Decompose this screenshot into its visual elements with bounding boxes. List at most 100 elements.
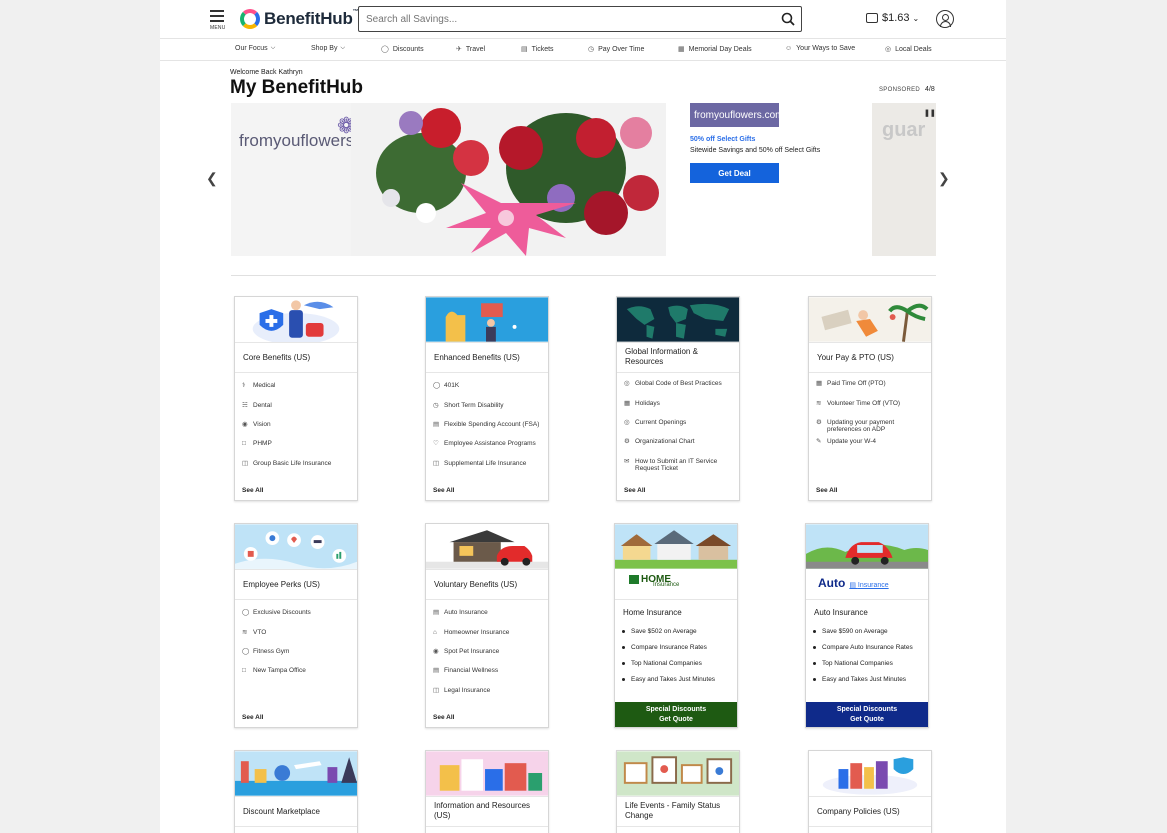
card-link[interactable]: ▤ Financial Wellness — [433, 667, 545, 674]
nav-discounts[interactable]: ◯ Discounts — [381, 45, 424, 54]
card-link[interactable]: ◯ Fitness Gym — [242, 648, 354, 655]
card-link[interactable]: ≋ Volunteer Time Off (VTO) — [816, 400, 928, 407]
calendar-icon: ▦ — [624, 400, 631, 407]
card-link[interactable]: ⚕ Medical — [242, 382, 354, 389]
bullet-item: Top National Companies — [622, 660, 702, 667]
menu-button[interactable]: MENU — [210, 10, 226, 32]
card-title: Life Events - Family Status Change — [625, 801, 721, 820]
card-auto-insurance[interactable]: Auto ▤ Insurance Auto Insurance Save $590… — [805, 523, 929, 728]
see-all-link[interactable]: See All — [816, 487, 837, 494]
card-global-information[interactable]: Global Information & Resources ◎ Global C… — [616, 296, 740, 501]
card-link[interactable]: □ New Tampa Office — [242, 667, 354, 674]
card-link[interactable]: ◫ Legal Insurance — [433, 687, 545, 694]
travel-collage-illustration — [235, 751, 357, 796]
pause-icon[interactable]: ❚❚ — [924, 109, 936, 117]
card-title: Core Benefits (US) — [243, 353, 311, 362]
account-icon[interactable] — [936, 10, 954, 28]
card-voluntary-benefits[interactable]: Voluntary Benefits (US) ▤ Auto Insurance … — [425, 523, 549, 728]
card-discount-marketplace[interactable]: Discount Marketplace — [234, 750, 358, 833]
bullet-item: Compare Auto Insurance Rates — [813, 644, 913, 651]
get-quote-button[interactable]: Special Discounts Get Quote — [615, 702, 737, 727]
vacation-illustration — [809, 297, 931, 342]
bullet-item: Save $502 on Average — [622, 628, 697, 635]
card-core-benefits[interactable]: Core Benefits (US) ⚕ Medical ☵ Dental ◉ Vis… — [234, 296, 358, 501]
card-link[interactable]: ◯ 401K — [433, 382, 545, 389]
logo-ring-icon — [240, 9, 260, 29]
card-enhanced-benefits[interactable]: Enhanced Benefits (US) ◯ 401K ◷ Short Term… — [425, 296, 549, 501]
card-link[interactable]: ⌂ Homeowner Insurance — [433, 629, 545, 636]
see-all-link[interactable]: See All — [433, 714, 454, 721]
see-all-link[interactable]: See All — [242, 487, 263, 494]
see-all-link[interactable]: See All — [624, 487, 645, 494]
chevron-down-icon: ⌵ — [340, 45, 346, 51]
card-link[interactable]: ◫ Group Basic Life Insurance — [242, 460, 354, 467]
promo-banner-image[interactable]: fromyouflowers.com ❁ — [231, 103, 666, 256]
card-link[interactable]: ☵ Dental — [242, 402, 354, 409]
wallet-balance[interactable]: $1.63 ⌄ — [866, 12, 919, 24]
card-link[interactable]: ◎ Current Openings — [624, 419, 736, 426]
nav-our-focus[interactable]: Our Focus ⌵ — [235, 45, 275, 52]
card-link[interactable]: ▤ Flexible Spending Account (FSA) — [433, 421, 545, 428]
search-input[interactable] — [359, 13, 775, 25]
card-link[interactable]: ▤ Auto Insurance — [433, 609, 545, 616]
card-employee-perks[interactable]: Employee Perks (US) ◯ Exclusive Discounts… — [234, 523, 358, 728]
bullet-item: Top National Companies — [813, 660, 893, 667]
nav-your-ways-to-save[interactable]: ☺ Your Ways to Save — [785, 45, 855, 52]
nav-label: Memorial Day Deals — [688, 45, 752, 53]
card-link[interactable]: ◷ Short Term Disability — [433, 402, 545, 409]
card-link[interactable]: ≋ VTO — [242, 629, 354, 636]
card-home-insurance[interactable]: HOME Insurance Home Insurance Save $502 … — [614, 523, 738, 728]
card-link[interactable]: ◫ Supplemental Life Insurance — [433, 460, 545, 467]
card-link[interactable]: ♡ Employee Assistance Programs — [433, 440, 545, 447]
card-title: Voluntary Benefits (US) — [434, 580, 518, 589]
promo-brand-logo: fromyouflowers.com — [690, 103, 783, 127]
discount-icon: ◯ — [242, 609, 250, 616]
nav-label: Your Ways to Save — [796, 45, 856, 52]
card-link[interactable]: ✎ Update your W-4 — [816, 438, 928, 445]
card-link[interactable]: ◯ Exclusive Discounts — [242, 609, 354, 616]
policies-illustration — [809, 751, 931, 796]
see-all-link[interactable]: See All — [242, 714, 263, 721]
card-link[interactable]: ◎ Global Code of Best Practices — [624, 380, 736, 387]
get-quote-button[interactable]: Special Discounts Get Quote — [806, 702, 928, 727]
tooth-icon: ☵ — [242, 402, 248, 409]
nav-shop-by[interactable]: Shop By ⌵ — [311, 45, 345, 52]
card-life-events[interactable]: Life Events - Family Status Change — [616, 750, 740, 833]
section-divider — [231, 275, 936, 276]
promo-subline: Sitewide Savings and 50% off Select Gift… — [690, 147, 821, 154]
card-information-resources[interactable]: Information and Resources (US) — [425, 750, 549, 833]
carousel-prev-icon[interactable]: ❮ — [206, 170, 218, 187]
card-link[interactable]: ◉ Spot Pet Insurance — [433, 648, 545, 655]
nav-label: Local Deals — [895, 45, 932, 53]
see-all-link[interactable]: See All — [433, 487, 454, 494]
search-icon[interactable] — [775, 7, 801, 31]
card-link[interactable]: ▦ Holidays — [624, 400, 736, 407]
next-slide-preview[interactable]: guar — [872, 103, 936, 256]
card-link[interactable]: ▦ Paid Time Off (PTO) — [816, 380, 928, 387]
benefithub-logo[interactable]: BenefitHub™ — [240, 9, 359, 29]
gear-icon: ⚙ — [816, 419, 822, 426]
carousel-next-icon[interactable]: ❯ — [938, 170, 950, 187]
card-link[interactable]: ⚙ Updating your payment preferences on AD… — [816, 419, 928, 433]
get-deal-button[interactable]: Get Deal — [690, 163, 779, 183]
card-your-pay-pto[interactable]: Your Pay & PTO (US) ▦ Paid Time Off (PTO)… — [808, 296, 932, 501]
person-icon: ☺ — [785, 45, 793, 52]
house-icon — [629, 574, 639, 584]
card-title: Information and Resources (US) — [434, 801, 531, 820]
nav-label: Pay Over Time — [598, 45, 645, 53]
nav-tickets[interactable]: ▤ Tickets — [521, 45, 554, 54]
card-company-policies[interactable]: Company Policies (US) — [808, 750, 932, 833]
handshake-icon: ≋ — [816, 400, 822, 407]
card-link[interactable]: ✉ How to Submit an IT Service Request Tic… — [624, 458, 736, 472]
paw-icon: ◉ — [433, 648, 439, 655]
card-link[interactable]: ⚙ Organizational Chart — [624, 438, 736, 445]
card-title: Enhanced Benefits (US) — [434, 353, 520, 362]
card-link[interactable]: ◉ Vision — [242, 421, 354, 428]
nav-local-deals[interactable]: ◎ Local Deals — [885, 45, 932, 54]
card-link[interactable]: □ PHMP — [242, 440, 354, 447]
nav-memorial-day-deals[interactable]: ▦ Memorial Day Deals — [678, 45, 752, 54]
nav-pay-over-time[interactable]: ◷ Pay Over Time — [588, 45, 645, 54]
page-title: My BenefitHub — [230, 77, 363, 98]
nav-travel[interactable]: ✈ Travel — [456, 45, 485, 54]
chevron-down-icon: ⌄ — [912, 13, 920, 23]
